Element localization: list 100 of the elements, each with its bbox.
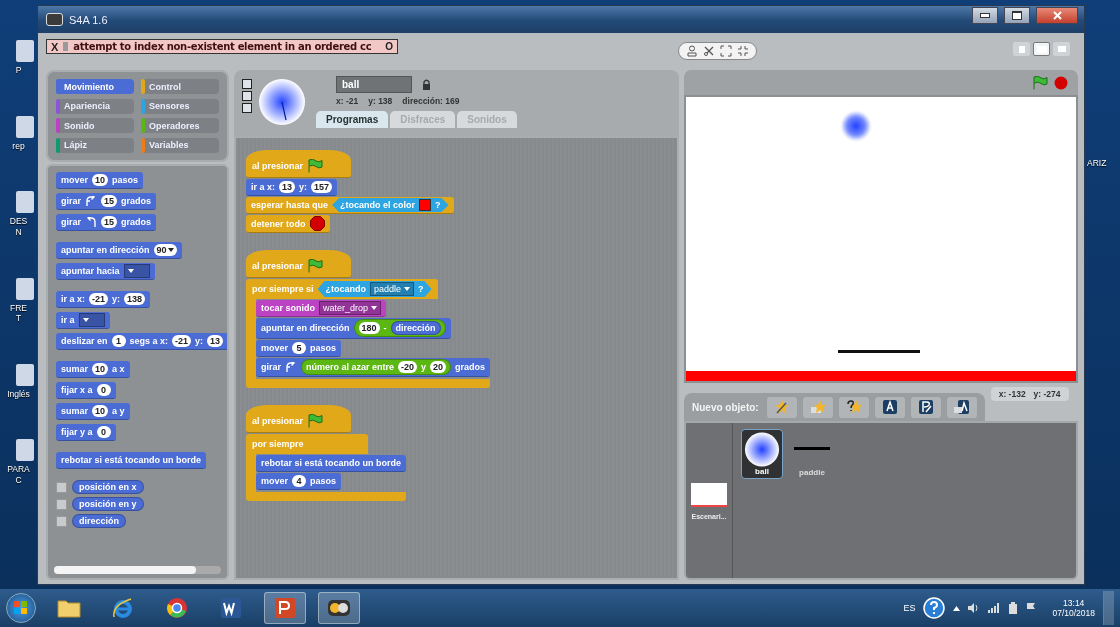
- lock-icon[interactable]: [422, 79, 431, 90]
- number-input[interactable]: 20: [430, 361, 447, 373]
- boolean-block[interactable]: ¿tocando paddle ?: [317, 281, 432, 297]
- sprite-tile[interactable]: ball: [741, 429, 783, 479]
- desktop-icon-label[interactable]: ARIZ: [1087, 158, 1107, 168]
- code-block[interactable]: mover 5 pasos: [256, 340, 342, 357]
- taskbar-app-button[interactable]: [318, 592, 360, 624]
- number-input[interactable]: 0: [96, 426, 111, 438]
- number-input[interactable]: 138: [124, 293, 146, 305]
- checkbox[interactable]: [56, 498, 67, 510]
- desktop-icon[interactable]: [15, 115, 34, 138]
- category-button[interactable]: Lápiz: [56, 137, 134, 153]
- code-block[interactable]: deslizar en 1 segs a x: -21 y: 13: [56, 333, 227, 350]
- start-button[interactable]: [6, 593, 36, 623]
- code-block[interactable]: sumar 10 a y: [56, 403, 130, 420]
- number-input[interactable]: 157: [311, 181, 333, 193]
- number-input[interactable]: 10: [92, 174, 109, 186]
- reporter-block[interactable]: número al azar entre -20 y 20: [301, 359, 452, 375]
- code-block[interactable]: apuntar en dirección 180 - dirección: [256, 318, 451, 339]
- code-block[interactable]: ir a: [56, 312, 110, 329]
- scrollbar[interactable]: [54, 566, 221, 574]
- code-block[interactable]: fijar x a 0: [56, 382, 116, 399]
- category-button[interactable]: Variables: [141, 137, 219, 153]
- number-input[interactable]: 13: [279, 181, 296, 193]
- number-input[interactable]: 5: [292, 342, 306, 354]
- code-block[interactable]: ir a x: -21 y: 138: [56, 291, 151, 308]
- number-input[interactable]: 15: [101, 195, 118, 207]
- desktop-icon[interactable]: [15, 40, 34, 62]
- code-block[interactable]: rebotar si está tocando un borde: [256, 455, 407, 472]
- code-block[interactable]: tocar sonido water_drop: [256, 300, 387, 317]
- ball-sprite[interactable]: [841, 111, 871, 141]
- error-open-button[interactable]: O: [385, 41, 393, 52]
- rotate-mode-icon[interactable]: [242, 79, 252, 89]
- minimize-button[interactable]: [972, 7, 998, 24]
- sprite-name-field[interactable]: ball: [336, 76, 412, 93]
- category-button[interactable]: Apariencia: [56, 98, 134, 114]
- code-block[interactable]: apuntar hacia: [56, 263, 155, 280]
- desktop-icon-label[interactable]: PARA C: [7, 464, 30, 486]
- desktop-icon-label[interactable]: FRE T: [10, 302, 27, 324]
- desktop-icon[interactable]: [15, 277, 34, 300]
- dropdown-menu[interactable]: water_drop: [319, 301, 382, 315]
- scissors-icon[interactable]: [703, 45, 715, 57]
- reporter-block[interactable]: 180 - dirección: [353, 319, 446, 337]
- desktop-icon[interactable]: [15, 191, 34, 214]
- desktop-icon[interactable]: [15, 363, 34, 386]
- battery-icon[interactable]: [1008, 602, 1019, 614]
- tab[interactable]: Programas: [316, 111, 389, 128]
- shrink-icon[interactable]: [737, 45, 749, 57]
- number-input[interactable]: 1: [111, 335, 126, 347]
- code-block[interactable]: sumar 10 a x: [56, 361, 130, 378]
- code-block[interactable]: mover 10 pasos: [56, 172, 144, 189]
- number-input[interactable]: 0: [96, 384, 111, 396]
- loop-block[interactable]: por siempre rebotar si está tocando un borde mover 4 pasos: [246, 434, 407, 501]
- desktop-icon[interactable]: [15, 439, 34, 462]
- number-input[interactable]: 4: [292, 475, 306, 487]
- number-dropdown[interactable]: 90: [153, 244, 177, 256]
- paint-sprite-button[interactable]: [766, 396, 797, 418]
- random-sprite-button[interactable]: [838, 396, 869, 418]
- sprite-tile[interactable]: paddle: [791, 429, 833, 479]
- number-input[interactable]: 10: [92, 405, 109, 417]
- category-button[interactable]: Operadores: [141, 118, 219, 133]
- board-edit-button[interactable]: [910, 396, 941, 418]
- stage-thumbnail[interactable]: [691, 483, 727, 507]
- code-block[interactable]: apuntar en dirección 90: [56, 242, 182, 259]
- board-sprite-button[interactable]: [874, 396, 905, 418]
- dropdown-menu[interactable]: paddle: [370, 282, 415, 296]
- color-swatch[interactable]: [419, 199, 432, 211]
- number-input[interactable]: -20: [398, 361, 418, 373]
- loop-block[interactable]: por siempre si ¿tocando paddle ? tocar sonido water_drop apuntar en dirección 180 - dirección mover 5 pasos girar número al azar entre -20 y 20 grados: [246, 279, 491, 388]
- stamp-icon[interactable]: [686, 45, 698, 57]
- desktop-icon-label[interactable]: P: [15, 65, 22, 76]
- number-input[interactable]: 10: [92, 363, 109, 375]
- dropdown-menu[interactable]: [78, 313, 105, 327]
- reporter-block[interactable]: posición en x: [72, 480, 144, 494]
- code-block[interactable]: girar 15 grados: [56, 193, 157, 210]
- desktop-icon-label[interactable]: Inglés: [7, 388, 30, 400]
- signal-icon[interactable]: [988, 603, 1001, 613]
- clock-time[interactable]: 13:14: [1063, 598, 1085, 608]
- maximize-button[interactable]: [1004, 7, 1030, 24]
- category-button[interactable]: Movimiento: [56, 79, 134, 94]
- number-input[interactable]: -21: [172, 335, 192, 347]
- speaker-icon[interactable]: [968, 603, 981, 613]
- clock-date[interactable]: 07/10/2018: [1052, 608, 1095, 618]
- number-input[interactable]: 180: [358, 322, 380, 334]
- number-input[interactable]: -21: [89, 293, 109, 305]
- close-button[interactable]: [1036, 7, 1078, 24]
- category-button[interactable]: Sensores: [141, 98, 219, 114]
- reporter-block[interactable]: dirección: [390, 321, 441, 335]
- code-block[interactable]: mover 4 pasos: [256, 473, 342, 490]
- show-hidden-icon[interactable]: [953, 605, 961, 611]
- code-block[interactable]: fijar y a 0: [56, 424, 116, 441]
- number-input[interactable]: 15: [101, 216, 118, 228]
- language-indicator[interactable]: ES: [903, 603, 916, 613]
- code-block[interactable]: girar número al azar entre -20 y 20 grados: [256, 358, 491, 377]
- reporter-block[interactable]: dirección: [72, 514, 126, 528]
- desktop-icon-label[interactable]: rep: [12, 140, 25, 152]
- checkbox[interactable]: [56, 481, 67, 493]
- error-close-button[interactable]: X: [51, 40, 59, 53]
- view-mode-button[interactable]: [1033, 42, 1050, 56]
- checkbox[interactable]: [56, 515, 67, 527]
